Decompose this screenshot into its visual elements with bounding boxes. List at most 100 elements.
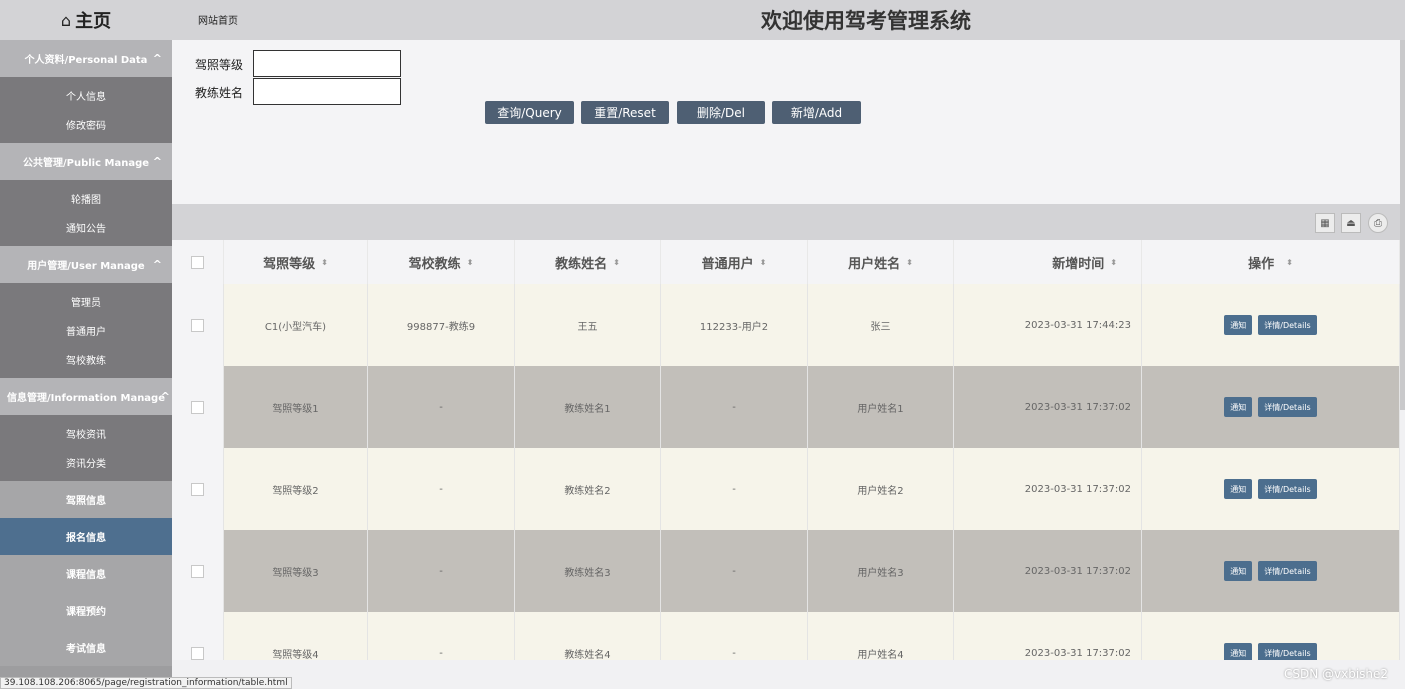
details-button[interactable]: 详情/Details [1258, 561, 1317, 581]
header-user-name[interactable]: 用户姓名 ⬍ [808, 240, 954, 284]
cell-user: - [661, 366, 808, 448]
sidebar-item-course-booking[interactable]: 课程预约 [0, 592, 172, 629]
cell-created-time: 2023-03-31 17:37:02 [954, 366, 1142, 448]
cell-actions: 通知 详情/Details [1142, 448, 1400, 530]
select-all-checkbox[interactable] [191, 255, 204, 269]
sidebar-item-carousel[interactable]: 轮播图 [0, 184, 172, 213]
notify-button[interactable]: 通知 [1224, 479, 1253, 499]
notify-button[interactable]: 通知 [1224, 643, 1253, 660]
sidebar-item-notices[interactable]: 通知公告 [0, 213, 172, 242]
sidebar-item-personal-info[interactable]: 个人信息 [0, 81, 172, 110]
table-row: C1(小型汽车) 998877-教练9 王五 112233-用户2 张三 202… [172, 284, 1400, 366]
cell-user-name: 用户姓名2 [808, 448, 954, 530]
sort-icon[interactable]: ⬍ [906, 258, 913, 267]
sidebar-item-course-info[interactable]: 课程信息 [0, 555, 172, 592]
row-checkbox[interactable] [191, 646, 204, 660]
notify-button[interactable]: 通知 [1224, 561, 1253, 581]
details-button[interactable]: 详情/Details [1258, 397, 1317, 417]
cell-created-time: 2023-03-31 17:37:02 [954, 448, 1142, 530]
table-row: 驾照等级2 - 教练姓名2 - 用户姓名2 2023-03-31 17:37:0… [172, 448, 1400, 530]
license-level-input[interactable] [253, 50, 401, 77]
header-coach[interactable]: 驾校教练 ⬍ [368, 240, 515, 284]
vertical-scrollbar[interactable] [1400, 40, 1405, 410]
cell-coach-name: 教练姓名4 [515, 612, 661, 660]
cell-created-time: 2023-03-31 17:37:02 [954, 530, 1142, 612]
cell-actions: 通知 详情/Details [1142, 366, 1400, 448]
coach-name-input[interactable] [253, 78, 401, 105]
sort-icon[interactable]: ⬍ [613, 258, 620, 267]
header-created-time[interactable]: 新增时间 ⬍ [954, 240, 1142, 284]
home-label: 主页 [75, 11, 112, 32]
header-license-level[interactable]: 驾照等级 ⬍ [224, 240, 368, 284]
row-checkbox[interactable] [191, 482, 204, 496]
menu-group-body: 个人信息 修改密码 [0, 77, 172, 143]
cell-actions: 通知 详情/Details [1142, 612, 1400, 660]
sidebar: ⌂ 主页 个人资料/Personal Data ^ 个人信息 修改密码 公共管理… [0, 0, 172, 677]
cell-license-level: 驾照等级1 [224, 366, 368, 448]
cell-coach: 998877-教练9 [368, 284, 515, 366]
delete-button[interactable]: 删除/Del [677, 101, 765, 124]
data-table: 驾照等级 ⬍ 驾校教练 ⬍ 教练姓名 ⬍ 普通用户 ⬍ 用户姓名 ⬍ 新增时间 ⬍ 操作 ⬍ … [172, 240, 1400, 660]
row-checkbox[interactable] [191, 564, 204, 578]
notify-button[interactable]: 通知 [1224, 315, 1253, 335]
details-button[interactable]: 详情/Details [1258, 315, 1317, 335]
row-select-cell [172, 612, 224, 660]
cell-actions: 通知 详情/Details [1142, 530, 1400, 612]
cell-user-name: 张三 [808, 284, 954, 366]
sidebar-item-exam-info[interactable]: 考试信息 [0, 629, 172, 666]
sidebar-item-users[interactable]: 普通用户 [0, 316, 172, 345]
row-select-cell [172, 366, 224, 448]
sort-icon[interactable]: ⬍ [467, 258, 474, 267]
sidebar-item-school-news[interactable]: 驾校资讯 [0, 419, 172, 448]
sort-icon[interactable]: ⬍ [321, 258, 328, 267]
cell-coach: - [368, 530, 515, 612]
table-row: 驾照等级3 - 教练姓名3 - 用户姓名3 2023-03-31 17:37:0… [172, 530, 1400, 612]
sidebar-item-registration-info[interactable]: 报名信息 [0, 518, 172, 555]
menu-group-title: 个人资料/Personal Data [24, 55, 148, 66]
menu-group-information-manage[interactable]: 信息管理/Information Manage ^ [0, 378, 172, 415]
sort-icon[interactable]: ⬍ [1110, 258, 1117, 267]
sort-icon[interactable]: ⬍ [1286, 258, 1293, 267]
cell-coach-name: 教练姓名2 [515, 448, 661, 530]
cell-coach-name: 教练姓名1 [515, 366, 661, 448]
row-select-cell [172, 530, 224, 612]
sort-icon[interactable]: ⬍ [760, 258, 767, 267]
columns-icon[interactable]: ▦ [1315, 213, 1335, 233]
cell-license-level: 驾照等级3 [224, 530, 368, 612]
reset-button[interactable]: 重置/Reset [581, 101, 669, 124]
menu-group-public-manage[interactable]: 公共管理/Public Manage ^ [0, 143, 172, 180]
print-icon[interactable]: ⎙ [1368, 213, 1388, 233]
header-coach-name[interactable]: 教练姓名 ⬍ [515, 240, 661, 284]
menu-group-personal-data[interactable]: 个人资料/Personal Data ^ [0, 40, 172, 77]
chevron-up-icon: ^ [152, 258, 162, 271]
notify-button[interactable]: 通知 [1224, 397, 1253, 417]
row-checkbox[interactable] [191, 318, 204, 332]
menu-group-body: 管理员 普通用户 驾校教练 [0, 283, 172, 378]
cell-coach-name: 教练姓名3 [515, 530, 661, 612]
query-button[interactable]: 查询/Query [485, 101, 574, 124]
cell-user: - [661, 448, 808, 530]
details-button[interactable]: 详情/Details [1258, 643, 1317, 660]
add-button[interactable]: 新增/Add [772, 101, 861, 124]
header-actions: 操作 ⬍ [1142, 240, 1400, 284]
cell-user-name: 用户姓名1 [808, 366, 954, 448]
cell-user: - [661, 530, 808, 612]
sidebar-item-coaches[interactable]: 驾校教练 [0, 345, 172, 374]
details-button[interactable]: 详情/Details [1258, 479, 1317, 499]
sidebar-item-admin[interactable]: 管理员 [0, 287, 172, 316]
page-title: 欢迎使用驾考管理系统 [761, 9, 971, 33]
chevron-up-icon: ^ [152, 155, 162, 168]
sidebar-item-license-info[interactable]: 驾照信息 [0, 481, 172, 518]
cell-coach: - [368, 366, 515, 448]
menu-group-title: 信息管理/Information Manage [7, 393, 165, 404]
sidebar-item-change-password[interactable]: 修改密码 [0, 110, 172, 139]
menu-group-user-manage[interactable]: 用户管理/User Manage ^ [0, 246, 172, 283]
row-checkbox[interactable] [191, 400, 204, 414]
home-link[interactable]: ⌂ 主页 [0, 0, 172, 40]
sidebar-item-news-category[interactable]: 资讯分类 [0, 448, 172, 477]
menu-group-body: 轮播图 通知公告 [0, 180, 172, 246]
chevron-up-icon: ^ [152, 52, 162, 65]
cell-license-level: C1(小型汽车) [224, 284, 368, 366]
export-icon[interactable]: ⏏ [1341, 213, 1361, 233]
header-user[interactable]: 普通用户 ⬍ [661, 240, 808, 284]
